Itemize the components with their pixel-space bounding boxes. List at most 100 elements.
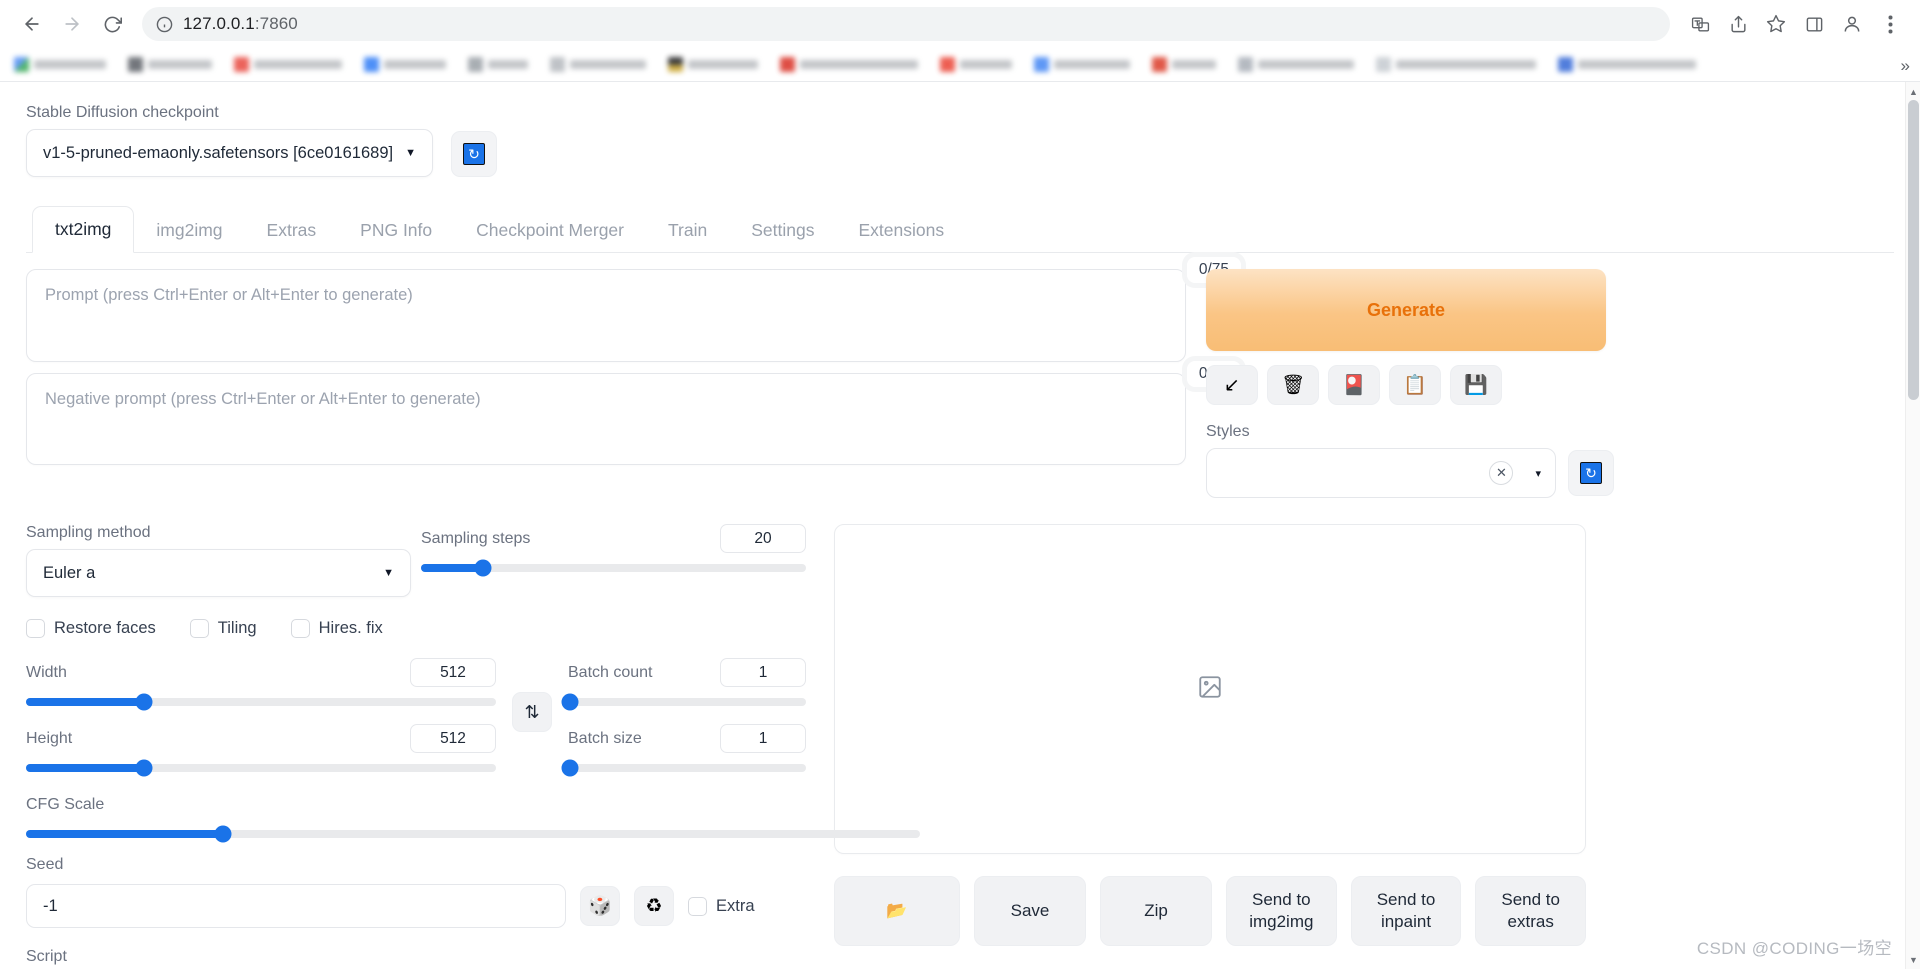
scroll-up-icon[interactable]: ▲: [1906, 84, 1920, 99]
bookmark-item[interactable]: [780, 57, 918, 72]
extra-seed-checkbox[interactable]: Extra: [688, 896, 755, 916]
height-slider[interactable]: [26, 759, 496, 777]
batch-size-value[interactable]: 1: [720, 724, 806, 753]
styles-select[interactable]: ✕ ▾: [1206, 448, 1556, 498]
swap-width-height-button[interactable]: ⇅: [512, 692, 552, 732]
slider-knob[interactable]: [561, 693, 579, 711]
batch-size-slider[interactable]: [561, 759, 806, 777]
read-generation-parameters-icon[interactable]: 🎴: [1328, 365, 1380, 405]
bookmark-item[interactable]: [364, 57, 446, 72]
save-button[interactable]: Save: [974, 876, 1086, 946]
recycle-icon[interactable]: ♻: [634, 886, 674, 926]
bookmark-item[interactable]: [1376, 57, 1536, 72]
bookmark-label: [800, 60, 918, 69]
zip-button[interactable]: Zip: [1100, 876, 1212, 946]
refresh-checkpoint-button[interactable]: ↻: [451, 131, 497, 177]
open-folder-button[interactable]: 📂: [834, 876, 960, 946]
bookmark-item[interactable]: [668, 57, 758, 72]
bookmark-label: [1258, 60, 1354, 69]
save-style-floppy-icon[interactable]: 💾: [1450, 365, 1502, 405]
tab-extensions[interactable]: Extensions: [836, 208, 966, 253]
scrollbar-thumb[interactable]: [1908, 100, 1919, 400]
bookmark-item[interactable]: [1558, 57, 1696, 72]
bookmark-item[interactable]: [1034, 57, 1130, 72]
width-slider[interactable]: [26, 693, 496, 711]
tab-txt2img[interactable]: txt2img: [32, 206, 135, 253]
restore-faces-label: Restore faces: [54, 619, 156, 637]
watermark: CSDN @CODING一场空: [1696, 939, 1892, 958]
sampling-steps-value[interactable]: 20: [720, 524, 806, 553]
bookmark-label: [960, 60, 1012, 69]
seed-label: Seed: [26, 856, 64, 873]
bookmark-item[interactable]: [1238, 57, 1354, 72]
bookmark-item[interactable]: [550, 57, 646, 72]
tab-train[interactable]: Train: [646, 208, 729, 253]
refresh-styles-button[interactable]: ↻: [1568, 450, 1614, 496]
seed-input[interactable]: -1: [26, 884, 566, 928]
cfg-scale-slider[interactable]: [26, 825, 920, 843]
height-value[interactable]: 512: [410, 724, 496, 753]
dice-icon[interactable]: 🎲: [580, 886, 620, 926]
back-arrow-icon[interactable]: [14, 6, 50, 42]
page-scrollbar[interactable]: ▲ ▼: [1905, 82, 1920, 969]
prompt-input[interactable]: Prompt (press Ctrl+Enter or Alt+Enter to…: [26, 269, 1186, 362]
tiling-checkbox[interactable]: Tiling: [189, 619, 257, 638]
tab-settings[interactable]: Settings: [729, 208, 836, 253]
profile-icon[interactable]: [1836, 8, 1868, 40]
tab-img2img[interactable]: img2img: [134, 208, 244, 253]
generate-button[interactable]: Generate: [1206, 269, 1606, 351]
scroll-down-icon[interactable]: ▼: [1906, 952, 1920, 967]
send-to-extras-button[interactable]: Send to extras: [1475, 876, 1587, 946]
checkpoint-section: Stable Diffusion checkpoint v1-5-pruned-…: [26, 104, 1894, 177]
slider-knob[interactable]: [474, 559, 492, 577]
checkbox-box[interactable]: [26, 619, 45, 638]
batch-count-value[interactable]: 1: [720, 658, 806, 687]
hires-fix-checkbox[interactable]: Hires. fix: [290, 619, 383, 638]
favicon: [780, 57, 795, 72]
clear-prompt-trash-icon[interactable]: 🗑: [1267, 365, 1319, 405]
bookmarks-overflow-icon[interactable]: »: [1901, 56, 1910, 76]
share-icon[interactable]: [1722, 8, 1754, 40]
bookmark-item[interactable]: [940, 57, 1012, 72]
translate-icon[interactable]: [1684, 8, 1716, 40]
negative-prompt-input[interactable]: Negative prompt (press Ctrl+Enter or Alt…: [26, 373, 1186, 465]
checkpoint-select[interactable]: v1-5-pruned-emaonly.safetensors [6ce0161…: [26, 129, 433, 177]
three-dot-menu-icon[interactable]: [1874, 8, 1906, 40]
width-value[interactable]: 512: [410, 658, 496, 687]
site-info-icon[interactable]: [156, 16, 173, 33]
restore-progress-arrow-icon[interactable]: ↙: [1206, 365, 1258, 405]
sampling-steps-slider[interactable]: [421, 559, 806, 577]
slider-knob[interactable]: [135, 759, 152, 777]
dimensions-and-batch: Width 512 Height 512 ⇅ Batch count 1 Bat…: [26, 658, 806, 777]
clear-styles-icon[interactable]: ✕: [1489, 461, 1514, 485]
batch-count-slider[interactable]: [561, 693, 806, 711]
slider-knob[interactable]: [561, 759, 579, 777]
seed-group: Seed -1 🎲 ♻ Extra: [26, 856, 806, 928]
bookmark-item[interactable]: [234, 57, 342, 72]
send-to-img2img-button[interactable]: Send to img2img: [1226, 876, 1337, 946]
checkbox-box[interactable]: [688, 896, 707, 916]
slider-knob[interactable]: [135, 693, 152, 711]
bookmarks-bar: »: [0, 48, 1920, 82]
address-bar[interactable]: 127.0.0.1:7860: [142, 7, 1670, 41]
tab-extras[interactable]: Extras: [245, 208, 339, 253]
send-to-inpaint-button[interactable]: Send to inpaint: [1350, 876, 1462, 946]
restore-faces-checkbox[interactable]: Restore faces: [26, 619, 156, 638]
height-label: Height: [26, 729, 73, 747]
checkbox-box[interactable]: [290, 619, 310, 638]
bookmark-item[interactable]: [1152, 57, 1216, 72]
side-panel-icon[interactable]: [1798, 8, 1830, 40]
slider-knob[interactable]: [214, 825, 232, 843]
sampling-method-select[interactable]: Euler a ▼: [26, 549, 411, 597]
bookmark-item[interactable]: [128, 57, 212, 72]
tab-checkpoint-merger[interactable]: Checkpoint Merger: [454, 208, 646, 253]
tab-png-info[interactable]: PNG Info: [338, 208, 454, 253]
reload-icon[interactable]: [94, 6, 130, 42]
apply-style-clipboard-icon[interactable]: 📋: [1389, 365, 1441, 405]
checkbox-box[interactable]: [189, 619, 209, 638]
forward-arrow-icon[interactable]: [54, 6, 90, 42]
bookmark-item[interactable]: [14, 57, 106, 72]
bookmark-item[interactable]: [468, 57, 528, 72]
image-gallery[interactable]: [834, 524, 1586, 854]
star-icon[interactable]: [1760, 8, 1792, 40]
